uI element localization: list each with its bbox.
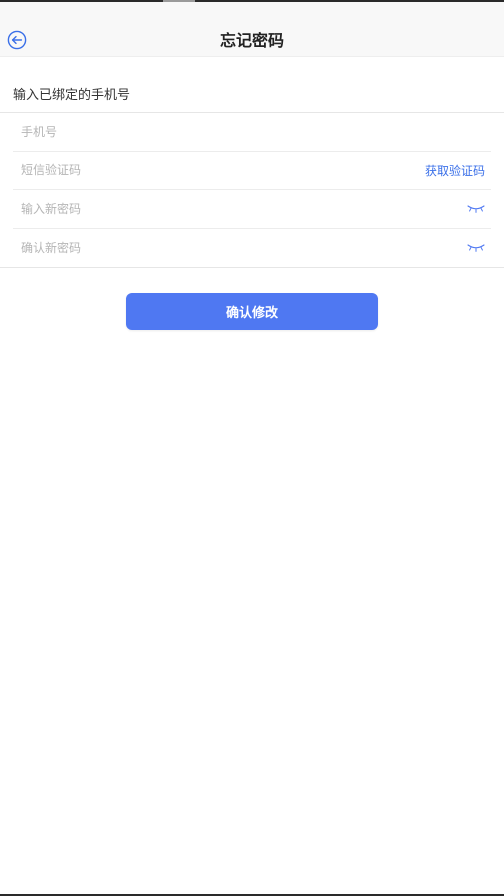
confirm-password-row bbox=[13, 229, 491, 267]
confirm-password-input[interactable] bbox=[21, 229, 401, 267]
new-password-row bbox=[13, 190, 491, 229]
phone-row bbox=[13, 113, 491, 152]
sms-code-input[interactable] bbox=[21, 151, 341, 189]
confirm-password-visibility-toggle[interactable] bbox=[467, 243, 485, 253]
nav-header: 忘记密码 bbox=[0, 2, 504, 57]
phone-input[interactable] bbox=[21, 113, 401, 151]
eye-closed-icon bbox=[467, 244, 485, 252]
page-title: 忘记密码 bbox=[219, 31, 284, 50]
section-label: 输入已绑定的手机号 bbox=[13, 88, 131, 103]
get-code-button[interactable]: 获取验证码 bbox=[425, 162, 485, 179]
divider bbox=[0, 267, 504, 268]
eye-closed-icon bbox=[467, 205, 485, 213]
new-password-input[interactable] bbox=[21, 190, 401, 228]
confirm-change-button[interactable]: 确认修改 bbox=[126, 293, 378, 330]
sms-code-row: 获取验证码 bbox=[13, 151, 491, 190]
new-password-visibility-toggle[interactable] bbox=[467, 204, 485, 214]
